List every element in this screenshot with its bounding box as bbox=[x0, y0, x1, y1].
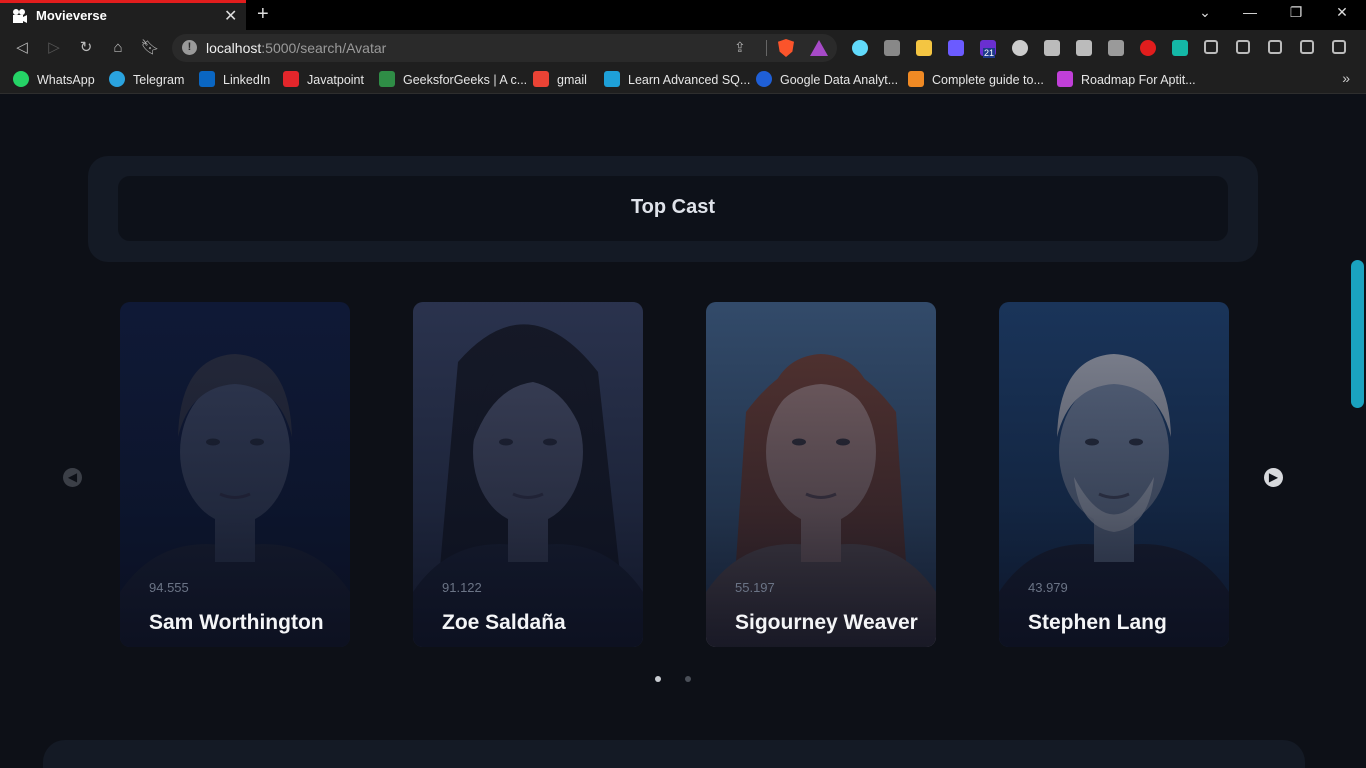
cast-name: Sigourney Weaver bbox=[735, 611, 918, 634]
movie-camera-icon bbox=[13, 9, 27, 23]
cast-popularity: 91.122 bbox=[442, 580, 482, 595]
bookmark-label: Google Data Analyt... bbox=[780, 73, 899, 87]
cast-name: Stephen Lang bbox=[1028, 611, 1167, 634]
bookmark-label: Learn Advanced SQ... bbox=[628, 73, 751, 87]
tab-strip: Movieverse ✕ + ⌄ — ❐ ✕ bbox=[0, 0, 1366, 30]
cast-card[interactable]: 43.979 Stephen Lang bbox=[999, 302, 1229, 647]
scrollbar-track[interactable] bbox=[1348, 95, 1366, 768]
tab-title: Movieverse bbox=[36, 8, 107, 23]
bookmark-guide[interactable]: Complete guide to... bbox=[908, 71, 1044, 89]
share-icon[interactable]: ⇪ bbox=[734, 39, 746, 56]
wallet-icon[interactable] bbox=[1300, 40, 1314, 54]
card-overlay bbox=[413, 302, 643, 647]
tab-search-chevron-icon[interactable]: ⌄ bbox=[1195, 4, 1215, 21]
home-icon[interactable]: ⌂ bbox=[108, 38, 128, 58]
note-icon[interactable] bbox=[916, 40, 932, 56]
bookmarks-bar: » WhatsApp Telegram LinkedIn Javatpoint Geek… bbox=[0, 66, 1366, 94]
scrollbar-thumb[interactable] bbox=[1351, 260, 1364, 408]
bookmark-khan[interactable]: Learn Advanced SQ... bbox=[604, 71, 750, 89]
card-overlay bbox=[999, 302, 1229, 647]
bookmark-label: LinkedIn bbox=[223, 73, 271, 87]
page-viewport: Top Cast ◀ ▶ 94.555 Sam Worthington 91.122… bbox=[0, 95, 1366, 768]
camera-icon[interactable] bbox=[1044, 40, 1060, 56]
site-info-icon[interactable]: ! bbox=[182, 40, 197, 55]
bookmark-label: Javatpoint bbox=[307, 73, 364, 87]
new-tab-button[interactable]: + bbox=[257, 3, 269, 26]
top-cast-header-panel: Top Cast bbox=[88, 156, 1258, 262]
more-bookmarks-icon[interactable]: » bbox=[1342, 70, 1350, 86]
cast-name: Sam Worthington bbox=[149, 611, 324, 634]
minimize-icon[interactable]: — bbox=[1240, 4, 1260, 20]
telegram-icon bbox=[109, 71, 125, 87]
roadmap-icon bbox=[1057, 71, 1073, 87]
coursera-icon bbox=[756, 71, 772, 87]
javatpoint-icon bbox=[283, 71, 299, 87]
top-cast-title-box: Top Cast bbox=[118, 176, 1228, 241]
khan-icon bbox=[604, 71, 620, 87]
browser-toolbar: ◁ ▷ ↻ ⌂ 🔖︎ ! localhost:5000/search/Avata… bbox=[0, 30, 1366, 66]
bookmark-label: Telegram bbox=[133, 73, 185, 87]
calendar-21-icon[interactable]: 21 bbox=[980, 40, 996, 58]
pagination-dot-2[interactable] bbox=[685, 676, 691, 682]
glasses-icon[interactable] bbox=[1012, 40, 1028, 56]
close-window-icon[interactable]: ✕ bbox=[1332, 4, 1352, 21]
restore-icon[interactable]: ❐ bbox=[1286, 4, 1306, 21]
cast-card[interactable]: 94.555 Sam Worthington bbox=[120, 302, 350, 647]
address-bar[interactable]: ! localhost:5000/search/Avatar ⇪ bbox=[172, 34, 837, 62]
card-overlay bbox=[706, 302, 936, 647]
bookmark-label: gmail bbox=[557, 73, 587, 87]
bookmark-telegram[interactable]: Telegram bbox=[109, 71, 184, 89]
cast-popularity: 43.979 bbox=[1028, 580, 1068, 595]
copy-icon[interactable] bbox=[1076, 40, 1092, 56]
bookmark-roadmap[interactable]: Roadmap For Aptit... bbox=[1057, 71, 1196, 89]
brave-shield-icon[interactable] bbox=[778, 39, 794, 57]
puzzle-icon[interactable] bbox=[1204, 40, 1218, 54]
omnibox-divider bbox=[766, 40, 767, 56]
bookmark-label: GeeksforGeeks | A c... bbox=[403, 73, 528, 87]
bookmark-geeksforgeeks[interactable]: GeeksforGeeks | A c... bbox=[379, 71, 527, 89]
next-section-panel bbox=[43, 740, 1305, 768]
bookmark-label: Complete guide to... bbox=[932, 73, 1044, 87]
gmail-icon bbox=[533, 71, 549, 87]
bug-icon[interactable] bbox=[884, 40, 900, 56]
carousel-prev-button[interactable]: ◀ bbox=[63, 468, 82, 487]
forward-icon[interactable]: ▷ bbox=[44, 38, 64, 58]
chat-green-icon[interactable] bbox=[1172, 40, 1188, 56]
bookmark-gmail[interactable]: gmail bbox=[533, 71, 587, 89]
bookmark-label: Roadmap For Aptit... bbox=[1081, 73, 1196, 87]
wave-icon[interactable] bbox=[1108, 40, 1124, 56]
card-overlay bbox=[120, 302, 350, 647]
bookmark-coursera[interactable]: Google Data Analyt... bbox=[756, 71, 898, 89]
react-devtools-icon[interactable] bbox=[852, 40, 868, 56]
bookmark-whatsapp[interactable]: WhatsApp bbox=[13, 71, 95, 89]
guide-icon bbox=[908, 71, 924, 87]
playlist-icon[interactable] bbox=[1236, 40, 1250, 54]
sidebar-icon[interactable] bbox=[1268, 40, 1282, 54]
carousel-next-button[interactable]: ▶ bbox=[1264, 468, 1283, 487]
bookmark-linkedin[interactable]: LinkedIn bbox=[199, 71, 270, 89]
bookmark-icon[interactable]: 🔖︎ bbox=[140, 38, 160, 58]
cast-name: Zoe Saldaña bbox=[442, 611, 566, 634]
browser-tab[interactable]: Movieverse ✕ bbox=[0, 0, 246, 30]
grid-icon[interactable] bbox=[948, 40, 964, 56]
close-tab-icon[interactable]: ✕ bbox=[224, 6, 237, 26]
bookmark-javatpoint[interactable]: Javatpoint bbox=[283, 71, 364, 89]
cast-card[interactable]: 91.122 Zoe Saldaña bbox=[413, 302, 643, 647]
pagination-dot-1[interactable] bbox=[655, 676, 661, 682]
bookmark-label: WhatsApp bbox=[37, 73, 95, 87]
geeksforgeeks-icon bbox=[379, 71, 395, 87]
section-title: Top Cast bbox=[630, 196, 716, 218]
reload-icon[interactable]: ↻ bbox=[76, 38, 96, 58]
back-icon[interactable]: ◁ bbox=[12, 38, 32, 58]
calendar-badge: 21 bbox=[983, 48, 996, 58]
linkedin-icon bbox=[199, 71, 215, 87]
cast-card[interactable]: 55.197 Sigourney Weaver bbox=[706, 302, 936, 647]
cast-popularity: 55.197 bbox=[735, 580, 775, 595]
brave-rewards-icon[interactable] bbox=[810, 40, 828, 56]
whatsapp-icon bbox=[13, 71, 29, 87]
cast-popularity: 94.555 bbox=[149, 580, 189, 595]
menu-icon[interactable] bbox=[1332, 40, 1346, 54]
m-red-icon[interactable] bbox=[1140, 40, 1156, 56]
url-text[interactable]: localhost:5000/search/Avatar bbox=[206, 40, 386, 56]
